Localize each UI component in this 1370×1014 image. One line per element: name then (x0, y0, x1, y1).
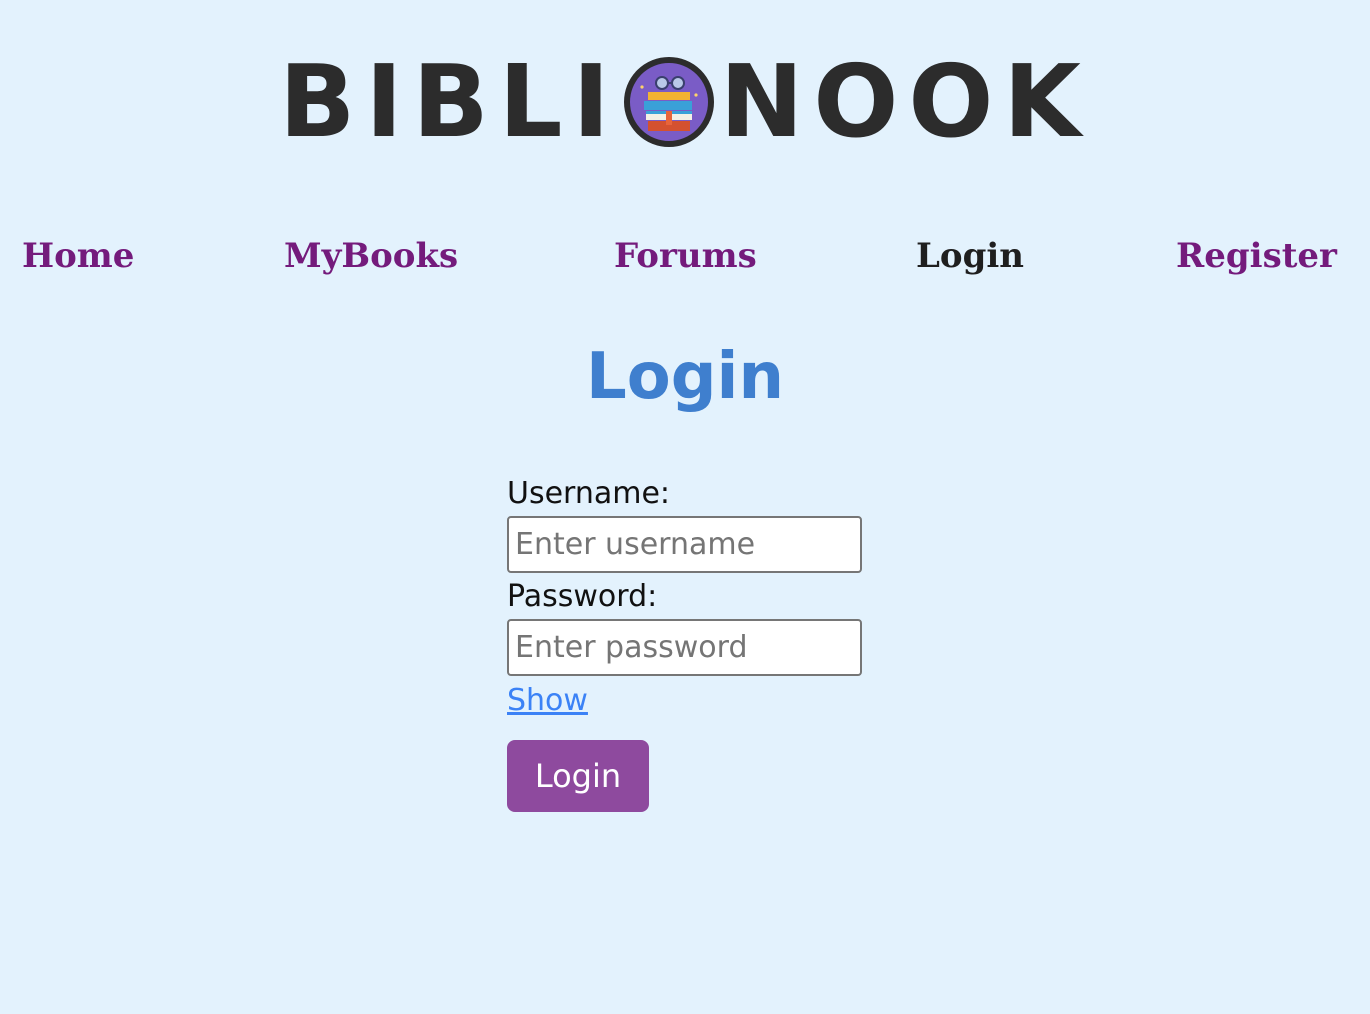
main-nav: Home MyBooks Forums Login Register (0, 236, 1370, 286)
show-password-link[interactable]: Show (507, 680, 588, 722)
login-form: Username: Password: Show Login (507, 474, 867, 812)
books-stack-icon (623, 57, 714, 147)
logo-text-left: BIBLI (279, 43, 620, 160)
nav-item-login[interactable]: Login (916, 236, 1024, 276)
logo-text-right: NOOK (719, 43, 1091, 160)
page-title: Login (585, 340, 785, 414)
password-label: Password: (507, 579, 658, 614)
username-label: Username: (507, 476, 671, 511)
nav-item-home[interactable]: Home (22, 236, 134, 276)
site-logo[interactable]: BIBLI NOOK (0, 52, 1370, 152)
login-page: BIBLI NOOK Home MyBooks Forums Login Reg… (0, 0, 1370, 1014)
nav-item-register[interactable]: Register (1176, 236, 1337, 276)
username-input[interactable] (507, 516, 862, 573)
nav-item-forums[interactable]: Forums (614, 236, 757, 276)
login-button[interactable]: Login (507, 740, 649, 812)
password-input[interactable] (507, 619, 862, 676)
nav-item-mybooks[interactable]: MyBooks (284, 236, 458, 276)
